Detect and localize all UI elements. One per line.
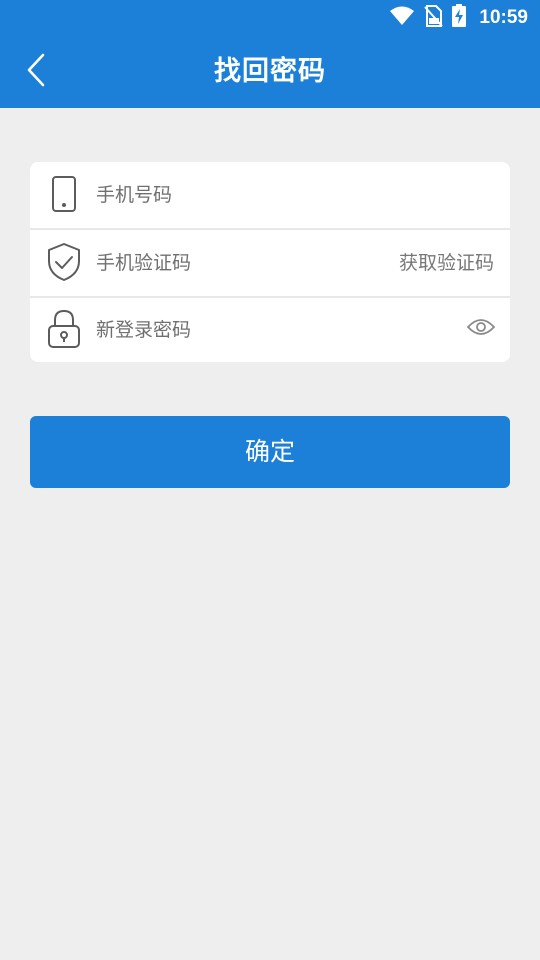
status-time: 10:59: [479, 7, 528, 28]
wifi-icon: [389, 5, 415, 31]
phone-input[interactable]: [96, 162, 376, 228]
header: 找回密码: [0, 36, 540, 108]
battery-charging-icon: [451, 4, 467, 32]
code-input[interactable]: [96, 230, 376, 296]
phone-row: [30, 162, 510, 228]
lock-icon: [44, 309, 84, 349]
phone-icon: [44, 174, 84, 214]
no-sim-icon: [423, 4, 444, 32]
form-card: 获取验证码: [30, 162, 510, 362]
status-icons: 10:59: [389, 0, 528, 36]
confirm-button[interactable]: 确定: [30, 416, 510, 488]
page-title: 找回密码: [214, 56, 326, 87]
eye-icon: [466, 317, 496, 341]
status-bar: 10:59: [0, 0, 540, 36]
new-password-input[interactable]: [96, 298, 376, 362]
password-visibility-toggle[interactable]: [466, 314, 496, 344]
shield-check-icon: [44, 242, 84, 282]
password-row: [30, 298, 510, 362]
code-row: 获取验证码: [30, 230, 510, 296]
get-code-button[interactable]: 获取验证码: [399, 230, 494, 296]
